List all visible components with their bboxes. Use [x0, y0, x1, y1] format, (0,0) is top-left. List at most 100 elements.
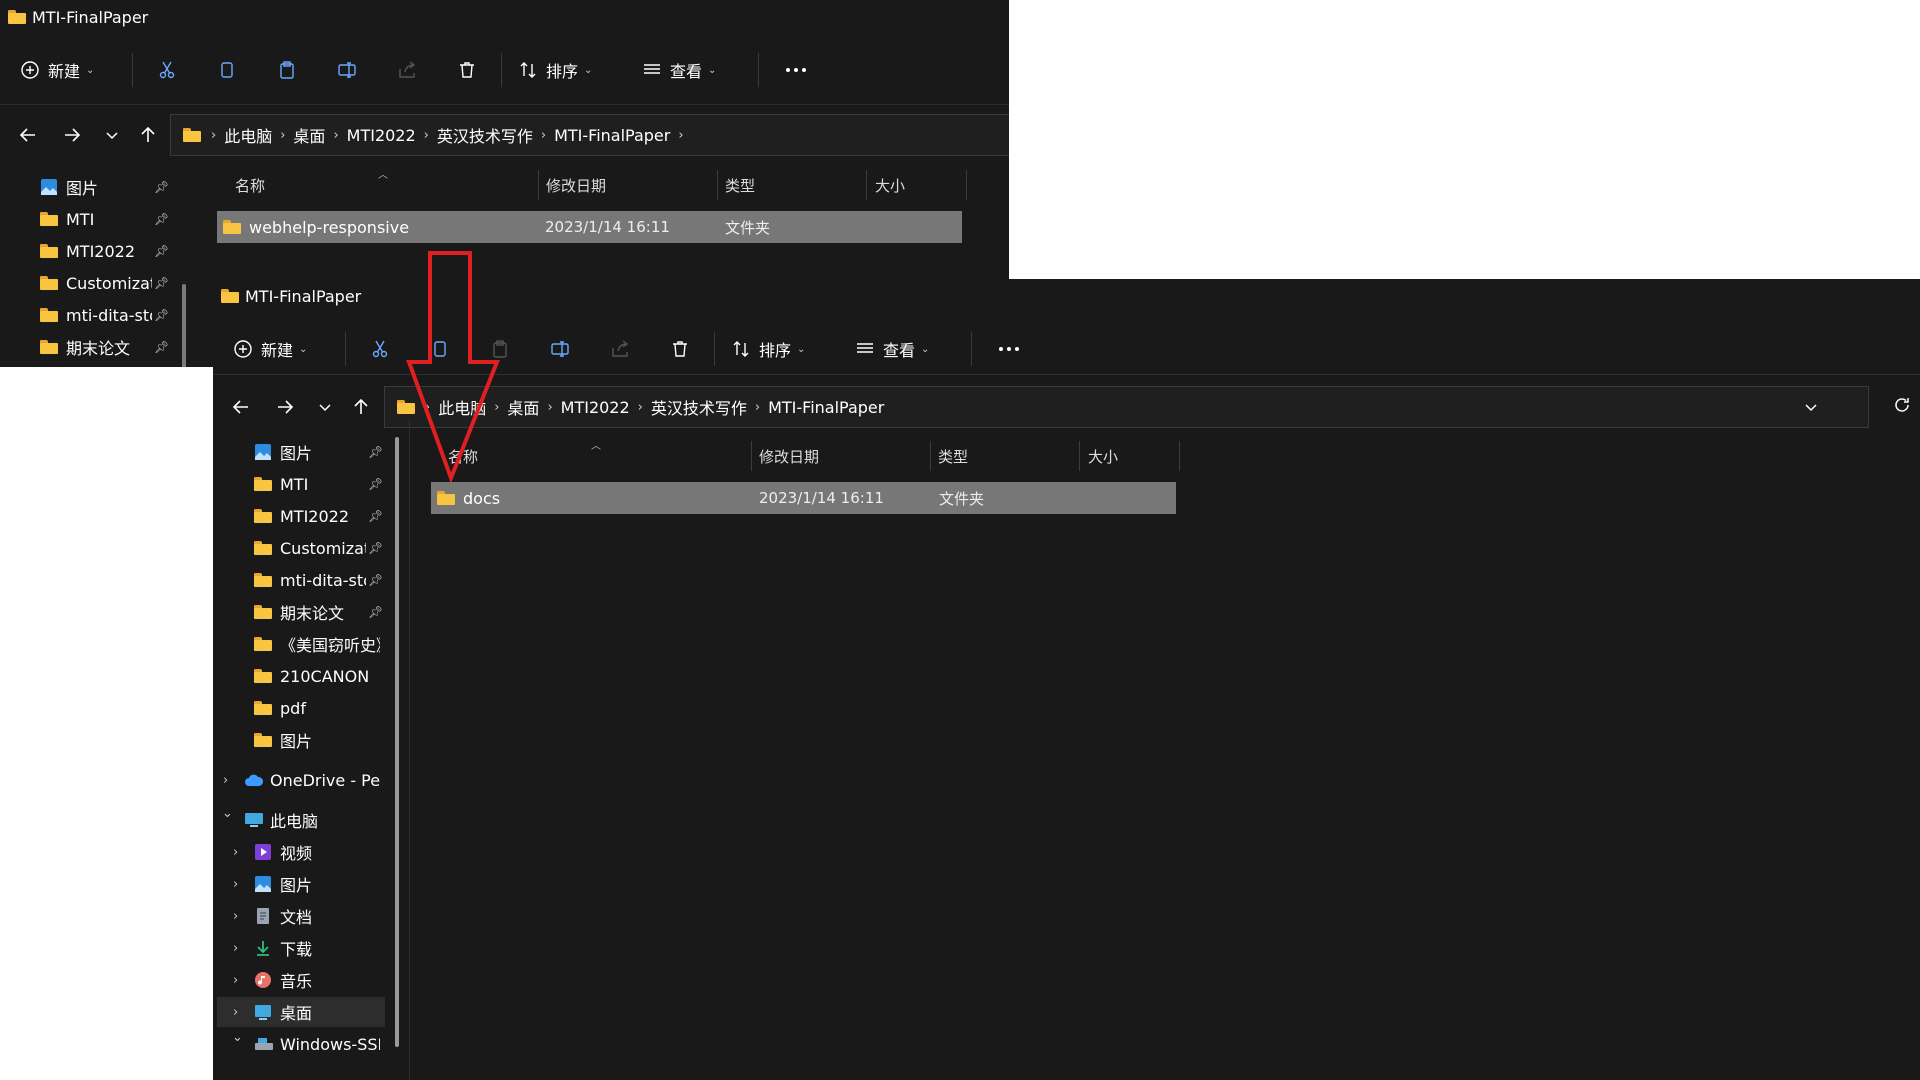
- sidebar-item-documents[interactable]: 文档: [254, 901, 312, 931]
- column-divider[interactable]: [930, 441, 931, 471]
- column-divider[interactable]: [538, 170, 539, 200]
- sidebar-item-windows-ssd[interactable]: Windows-SSD (: [254, 1029, 380, 1059]
- sidebar-item-mti[interactable]: MTI: [254, 469, 308, 499]
- copy-button[interactable]: [410, 329, 470, 369]
- column-header-modified[interactable]: 修改日期: [759, 440, 819, 472]
- sidebar-item-pdf[interactable]: pdf: [254, 693, 306, 723]
- sidebar-item-pc-pictures[interactable]: 图片: [254, 869, 312, 899]
- address-history-button[interactable]: [1804, 400, 1818, 414]
- file-row[interactable]: webhelp-responsive 2023/1/14 16:11 文件夹: [217, 211, 962, 243]
- sort-button[interactable]: 排序 ⌄: [719, 329, 843, 369]
- downloads-icon: [257, 941, 269, 956]
- copy-button[interactable]: [197, 50, 257, 90]
- new-button[interactable]: 新建 ⌄: [20, 50, 128, 90]
- chevron-right-icon[interactable]: ›: [233, 877, 238, 892]
- sidebar-item-mti-dita[interactable]: mti-dita-sto: [254, 565, 366, 595]
- sidebar-item-onedrive[interactable]: OneDrive - Perso: [244, 765, 380, 795]
- chevron-right-icon[interactable]: ›: [223, 773, 228, 788]
- column-header-size[interactable]: 大小: [875, 169, 905, 201]
- column-divider[interactable]: [866, 170, 867, 200]
- address-bar[interactable]: › 此电脑 › 桌面 › MTI2022 › 英汉技术写作 › MTI-Fina…: [384, 386, 1869, 428]
- breadcrumb-desktop[interactable]: 桌面: [507, 395, 539, 419]
- up-button[interactable]: [130, 115, 166, 155]
- column-divider[interactable]: [717, 170, 718, 200]
- sidebar-scrollbar[interactable]: [182, 284, 186, 367]
- sidebar-item-210canon[interactable]: 210CANON: [254, 661, 369, 691]
- back-button[interactable]: [219, 387, 263, 427]
- new-button[interactable]: 新建 ⌄: [233, 329, 341, 369]
- chevron-right-icon[interactable]: ›: [233, 941, 238, 956]
- forward-button[interactable]: [50, 115, 94, 155]
- chevron-down-icon[interactable]: ⌄: [222, 806, 233, 821]
- column-header-size[interactable]: 大小: [1088, 440, 1118, 472]
- share-button[interactable]: [377, 50, 437, 90]
- recent-locations-button[interactable]: [94, 115, 130, 155]
- sidebar-item-mti[interactable]: MTI: [40, 204, 94, 234]
- sidebar-item-this-pc[interactable]: 此电脑: [244, 805, 318, 835]
- breadcrumb-mti2022[interactable]: MTI2022: [347, 126, 416, 145]
- sidebar-item-customization[interactable]: Customizati: [40, 268, 152, 298]
- column-divider[interactable]: [751, 441, 752, 471]
- chevron-right-icon[interactable]: ›: [233, 1005, 238, 1020]
- file-row[interactable]: docs 2023/1/14 16:11 文件夹: [431, 482, 1176, 514]
- sidebar-item-desktop[interactable]: 桌面: [217, 997, 385, 1027]
- address-bar[interactable]: › 此电脑 › 桌面 › MTI2022 › 英汉技术写作 › MTI-Fina…: [170, 114, 1009, 156]
- sidebar-item-downloads[interactable]: 下载: [254, 933, 312, 963]
- column-header-name[interactable]: 名称: [235, 169, 265, 201]
- chevron-right-icon[interactable]: ›: [233, 909, 238, 924]
- copy-icon: [434, 341, 446, 357]
- column-header-name[interactable]: 名称: [448, 440, 478, 472]
- column-header-type[interactable]: 类型: [938, 440, 968, 472]
- breadcrumb-this-pc[interactable]: 此电脑: [224, 123, 272, 147]
- sidebar-item-mti2022[interactable]: MTI2022: [40, 236, 135, 266]
- breadcrumb-mti2022[interactable]: MTI2022: [561, 398, 630, 417]
- breadcrumb-final-paper[interactable]: MTI-FinalPaper: [768, 398, 884, 417]
- breadcrumb-this-pc[interactable]: 此电脑: [438, 395, 486, 419]
- recent-locations-button[interactable]: [307, 387, 343, 427]
- sidebar-scrollbar[interactable]: [395, 437, 399, 1047]
- column-divider[interactable]: [1179, 441, 1180, 471]
- sidebar-item-pictures-folder[interactable]: 图片: [254, 725, 312, 755]
- sidebar-item-final-paper[interactable]: 期末论文: [40, 332, 130, 362]
- chevron-right-icon[interactable]: ›: [233, 845, 238, 860]
- forward-button[interactable]: [263, 387, 307, 427]
- sidebar-item-videos[interactable]: 视频: [254, 837, 312, 867]
- file-modified: 2023/1/14 16:11: [759, 489, 884, 507]
- sidebar-item-music[interactable]: 音乐: [254, 965, 312, 995]
- rename-button[interactable]: [530, 329, 590, 369]
- breadcrumb-final-paper[interactable]: MTI-FinalPaper: [554, 126, 670, 145]
- more-options-button[interactable]: [763, 50, 821, 90]
- sidebar-item-mti2022[interactable]: MTI2022: [254, 501, 349, 531]
- cut-button[interactable]: [350, 329, 410, 369]
- up-button[interactable]: [343, 387, 379, 427]
- view-button[interactable]: 查看 ⌄: [843, 329, 967, 369]
- paste-button[interactable]: [470, 329, 530, 369]
- column-divider[interactable]: [966, 170, 967, 200]
- breadcrumb-desktop[interactable]: 桌面: [293, 123, 325, 147]
- column-header-modified[interactable]: 修改日期: [546, 169, 606, 201]
- breadcrumb-tech-writing[interactable]: 英汉技术写作: [437, 123, 533, 147]
- sidebar-item-customization[interactable]: Customizati: [254, 533, 366, 563]
- delete-button[interactable]: [437, 50, 497, 90]
- cut-button[interactable]: [137, 50, 197, 90]
- refresh-button[interactable]: [1892, 395, 1912, 415]
- sidebar-item-final-paper[interactable]: 期末论文: [254, 597, 344, 627]
- share-button[interactable]: [590, 329, 650, 369]
- chevron-down-icon: ⌄: [584, 64, 593, 76]
- rename-button[interactable]: [317, 50, 377, 90]
- chevron-right-icon[interactable]: ›: [233, 973, 238, 988]
- paste-button[interactable]: [257, 50, 317, 90]
- column-header-type[interactable]: 类型: [725, 169, 755, 201]
- sidebar-item-pictures[interactable]: 图片: [254, 437, 312, 467]
- sort-button[interactable]: 排序 ⌄: [506, 50, 630, 90]
- chevron-down-icon[interactable]: ⌄: [232, 1030, 243, 1045]
- view-button[interactable]: 查看 ⌄: [630, 50, 754, 90]
- breadcrumb-tech-writing[interactable]: 英汉技术写作: [651, 395, 747, 419]
- delete-button[interactable]: [650, 329, 710, 369]
- sidebar-item-mti-dita[interactable]: mti-dita-sto: [40, 300, 152, 330]
- file-modified: 2023/1/14 16:11: [545, 218, 670, 236]
- column-divider[interactable]: [1079, 441, 1080, 471]
- sidebar-item-wiretap-history[interactable]: 《美国窃听史》: [254, 629, 380, 659]
- back-button[interactable]: [6, 115, 50, 155]
- more-options-button[interactable]: [976, 329, 1034, 369]
